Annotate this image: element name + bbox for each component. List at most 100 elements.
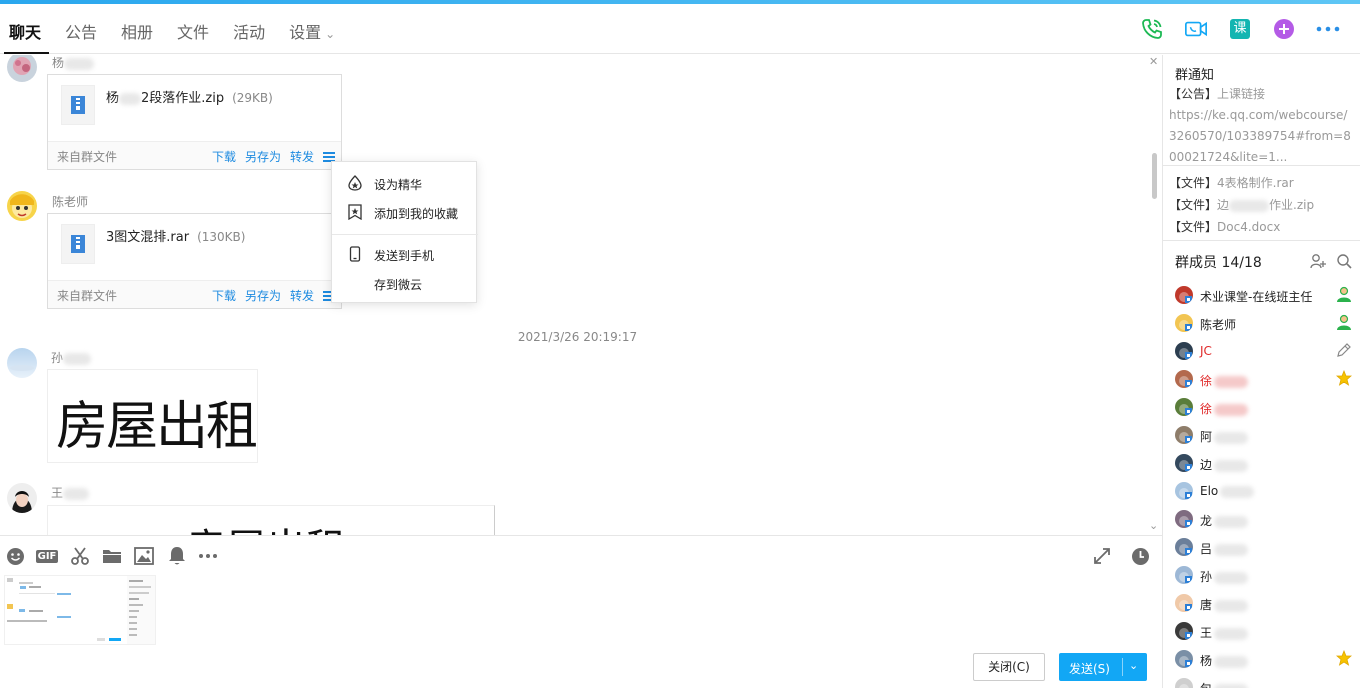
chat-message-area[interactable]: ✕ ⌄ 杨 杨 2段落作业.zip (29KB) 来自群文件 下载 另存为 转发 陈…: [0, 55, 1162, 535]
tab-chat[interactable]: 聊天: [0, 4, 53, 54]
member-name: 阿: [1200, 428, 1249, 445]
menu-item-send-to-phone[interactable]: 发送到手机: [332, 240, 478, 268]
member-avatar: [1175, 426, 1193, 444]
member-row[interactable]: 陈老师: [1163, 308, 1360, 336]
expand-icon[interactable]: [1092, 546, 1112, 566]
download-link[interactable]: 下载: [212, 148, 236, 165]
collapse-up-icon[interactable]: ✕: [1149, 55, 1158, 68]
file-name[interactable]: 杨 2段落作业.zip (29KB): [106, 87, 273, 106]
history-clock-icon[interactable]: [1130, 546, 1150, 566]
sidebar-divider: [1163, 165, 1360, 166]
more-icon[interactable]: [1316, 17, 1340, 41]
chevron-down-icon[interactable]: ⌄: [1129, 659, 1138, 672]
mobile-phone-icon: [349, 246, 361, 262]
chat-scrollbar[interactable]: [1152, 153, 1157, 199]
add-app-icon[interactable]: [1272, 17, 1296, 41]
file-source-label: 来自群文件: [57, 289, 118, 303]
menu-item-save-weiyun[interactable]: 存到微云: [332, 269, 478, 297]
menu-item-add-favorite[interactable]: 添加到我的收藏: [332, 198, 478, 226]
tab-activity[interactable]: 活动: [221, 4, 277, 54]
send-button[interactable]: 发送(S) ⌄: [1059, 653, 1147, 681]
member-row[interactable]: 边: [1163, 448, 1360, 476]
member-row[interactable]: 王: [1163, 616, 1360, 644]
image-icon[interactable]: [134, 546, 154, 566]
blurred-name: [1214, 599, 1249, 612]
member-avatar: [1175, 566, 1193, 584]
file-menu-icon[interactable]: [323, 151, 335, 162]
image-message[interactable]: 房屋出租: [47, 505, 495, 535]
close-button[interactable]: 关闭(C): [973, 653, 1045, 681]
group-notice-title: 群通知: [1175, 68, 1215, 83]
gif-icon[interactable]: GIF: [35, 546, 59, 566]
download-link[interactable]: 下载: [212, 287, 236, 304]
class-icon[interactable]: 课: [1228, 17, 1252, 41]
menu-item-set-featured[interactable]: 设为精华: [332, 169, 478, 197]
member-name-text: JC: [1200, 344, 1212, 358]
member-name: 龙: [1200, 512, 1249, 529]
tab-files[interactable]: 文件: [165, 4, 221, 54]
announcement-line[interactable]: 【公告】上课链接: [1169, 85, 1265, 102]
member-row[interactable]: 孙: [1163, 560, 1360, 588]
announcement-prefix: 【公告】: [1169, 87, 1218, 101]
member-row[interactable]: 阿: [1163, 420, 1360, 448]
save-as-link[interactable]: 另存为: [245, 287, 281, 304]
sender-name: 孙: [51, 349, 92, 366]
video-call-icon[interactable]: [1184, 17, 1208, 41]
avatar[interactable]: [7, 191, 37, 221]
avatar[interactable]: [7, 55, 37, 82]
tab-announcement[interactable]: 公告: [53, 4, 109, 54]
member-row[interactable]: 徐: [1163, 392, 1360, 420]
screenshot-scissors-icon[interactable]: [70, 546, 90, 566]
member-row[interactable]: JC: [1163, 336, 1360, 364]
image-text: 房屋出租: [56, 397, 257, 457]
featured-drop-icon: [348, 175, 362, 191]
member-row[interactable]: 吕: [1163, 532, 1360, 560]
edit-pencil-icon[interactable]: [1336, 342, 1352, 358]
file-name-text: 3图文混排.rar: [106, 230, 190, 245]
pasted-screenshot-thumbnail[interactable]: [4, 575, 156, 645]
file-name[interactable]: 3图文混排.rar (130KB): [106, 226, 245, 245]
member-avatar: [1175, 370, 1193, 388]
search-icon[interactable]: [1336, 253, 1352, 269]
file-card[interactable]: 3图文混排.rar (130KB) 来自群文件 下载 另存为 转发: [47, 213, 342, 309]
avatar[interactable]: [7, 348, 37, 378]
file-notice-name: Doc4.docx: [1217, 220, 1281, 234]
image-message[interactable]: 房屋出租: [47, 369, 258, 463]
emoji-icon[interactable]: [5, 546, 25, 566]
more-icon[interactable]: [198, 546, 218, 566]
tab-bar: 聊天 公告 相册 文件 活动 设置 ⌄: [0, 4, 347, 54]
add-member-icon[interactable]: [1310, 253, 1326, 269]
member-row[interactable]: 徐: [1163, 364, 1360, 392]
phone-call-icon[interactable]: [1140, 17, 1164, 41]
member-row[interactable]: 唐: [1163, 588, 1360, 616]
tab-album[interactable]: 相册: [109, 4, 165, 54]
blurred-name: [1214, 627, 1249, 640]
file-notice-line[interactable]: 【文件】4表格制作.rar: [1169, 174, 1294, 191]
member-row[interactable]: Elo: [1163, 476, 1360, 504]
member-row[interactable]: 龙: [1163, 504, 1360, 532]
announcement-link[interactable]: https://ke.qq.com/webcourse/3260570/1033…: [1169, 105, 1355, 168]
file-actions: 下载 另存为 转发: [203, 287, 335, 304]
file-card[interactable]: 杨 2段落作业.zip (29KB) 来自群文件 下载 另存为 转发: [47, 74, 342, 170]
file-notice-line[interactable]: 【文件】边 作业.zip: [1169, 196, 1314, 213]
forward-link[interactable]: 转发: [290, 148, 314, 165]
tab-settings[interactable]: 设置 ⌄: [277, 4, 347, 54]
send-button-divider: [1122, 658, 1123, 676]
message-input[interactable]: 关闭(C) 发送(S) ⌄: [0, 575, 1162, 688]
blurred-name: [1214, 459, 1249, 472]
member-row[interactable]: 包: [1163, 672, 1360, 688]
save-as-link[interactable]: 另存为: [245, 148, 281, 165]
file-notice-line[interactable]: 【文件】Doc4.docx: [1169, 218, 1280, 235]
sender-name-text: 杨: [52, 56, 65, 70]
member-row[interactable]: 术业课堂-在线班主任: [1163, 280, 1360, 308]
member-name: 唐: [1200, 596, 1249, 613]
member-row[interactable]: 杨: [1163, 644, 1360, 672]
collapse-down-icon[interactable]: ⌄: [1149, 519, 1158, 532]
forward-link[interactable]: 转发: [290, 287, 314, 304]
member-name-text: 王: [1200, 626, 1213, 640]
avatar[interactable]: [7, 483, 37, 513]
bell-icon[interactable]: [167, 546, 187, 566]
input-toolbar: GIF: [0, 535, 1162, 575]
folder-icon[interactable]: [102, 546, 122, 566]
member-avatar: [1175, 678, 1193, 688]
